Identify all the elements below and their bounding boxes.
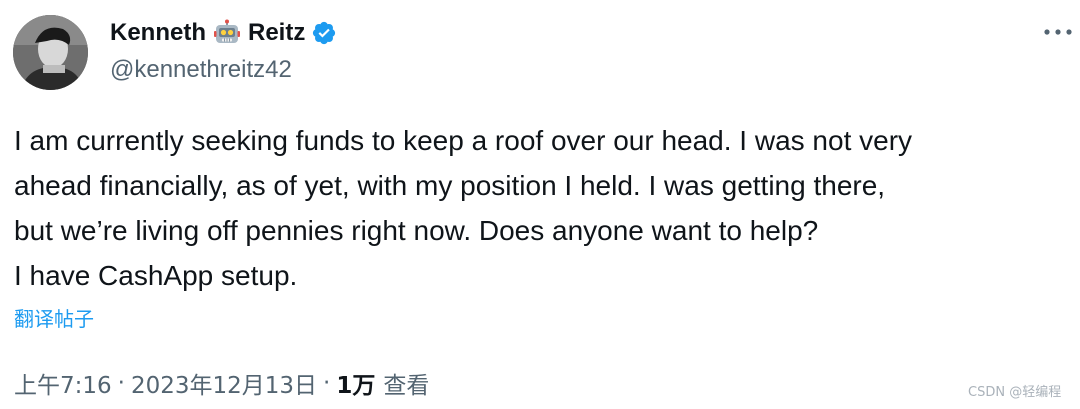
verified-badge-icon[interactable] bbox=[311, 20, 337, 46]
robot-face-icon bbox=[213, 19, 241, 47]
tweet-text-line: I am currently seeking funds to keep a r… bbox=[14, 125, 913, 156]
tweet-meta: 上午7:16 · 2023年12月13日 · 1万 查看 bbox=[14, 366, 429, 400]
views-count: 1万 bbox=[336, 373, 376, 399]
post-date[interactable]: 2023年12月13日 bbox=[131, 366, 317, 400]
author-first-name: Kenneth bbox=[110, 19, 206, 46]
tweet-text-line: but we’re living off pennies right now. … bbox=[14, 215, 819, 246]
tweet-text-line: I have CashApp setup. bbox=[14, 260, 298, 291]
meta-separator: · bbox=[323, 370, 331, 396]
more-options-button[interactable] bbox=[1040, 20, 1076, 44]
more-horizontal-icon bbox=[1044, 29, 1072, 35]
tweet-text: I am currently seeking funds to keep a r… bbox=[14, 118, 1069, 298]
meta-separator: · bbox=[117, 370, 125, 396]
views-label: 查看 bbox=[383, 373, 430, 399]
post-time[interactable]: 上午7:16 bbox=[14, 366, 112, 400]
translate-post-link[interactable]: 翻译帖子 bbox=[14, 303, 94, 332]
avatar[interactable] bbox=[13, 15, 88, 90]
author-handle[interactable]: @kennethreitz42 bbox=[110, 56, 292, 84]
tweet-text-line: ahead financially, as of yet, with my po… bbox=[14, 170, 886, 201]
author-name[interactable]: Kenneth Reitz bbox=[110, 17, 337, 49]
author-last-name: Reitz bbox=[248, 19, 306, 46]
watermark: CSDN @轻编程 bbox=[968, 385, 1062, 400]
avatar-photo bbox=[13, 15, 88, 90]
